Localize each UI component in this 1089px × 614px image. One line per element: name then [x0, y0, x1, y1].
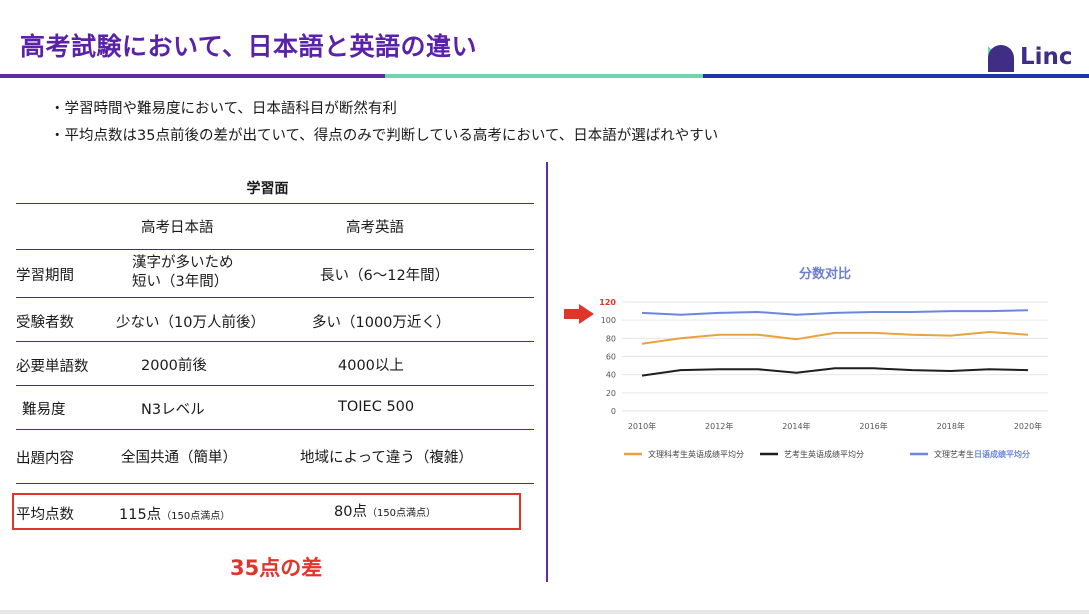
y-tick-label: 40 — [606, 371, 616, 380]
y-tick-label: 60 — [606, 353, 616, 362]
table-divider — [16, 297, 534, 298]
linc-logo-icon — [988, 45, 1014, 72]
row-label: 必要単語数 — [16, 359, 89, 375]
row-en-value: 長い（6〜12年間） — [320, 268, 450, 284]
row-en-value: TOIEC 500 — [338, 399, 415, 415]
slide-title: 高考試験において、日本語と英語の違い — [20, 32, 478, 61]
row-jp-value: 漢字が多いため 短い（3年間） — [132, 254, 234, 292]
logo-text: Linc — [1020, 44, 1073, 70]
table-divider — [16, 385, 534, 386]
row-jp-line: 短い（3年間） — [132, 274, 229, 290]
score-highlight-box — [12, 493, 521, 530]
table-divider — [16, 203, 534, 204]
row-label: 学習期間 — [16, 268, 74, 284]
row-jp-line: 漢字が多いため — [132, 255, 234, 271]
y-tick-label: 20 — [606, 389, 616, 398]
brand-logo: Linc — [986, 44, 1086, 74]
legend-label: 文理艺考生日语成绩平均分 — [934, 449, 1030, 459]
table-divider — [16, 483, 534, 484]
slide-bottom-edge — [0, 610, 1089, 614]
table-title: 学習面 — [246, 181, 289, 197]
row-jp-value: 全国共通（簡単） — [121, 450, 237, 466]
vertical-divider — [546, 162, 548, 582]
table-divider — [16, 429, 534, 430]
bullet-item: 学習時間や難易度において、日本語科目が断然有利 — [50, 96, 718, 123]
legend-label: 艺考生英语成绩平均分 — [784, 449, 864, 459]
x-tick-label: 2014年 — [782, 421, 810, 431]
x-tick-label: 2016年 — [859, 421, 887, 431]
row-en-value: 4000以上 — [338, 358, 404, 374]
series-line — [641, 309, 1029, 316]
score-difference-note: 35点の差 — [230, 556, 323, 580]
row-jp-value: N3レベル — [141, 402, 205, 418]
row-label: 受験者数 — [16, 315, 74, 331]
header-band-purple — [0, 74, 385, 78]
line-chart: 0 20 40 60 80 100 120 2010年 2012年 2014年 2016年 2018年… — [599, 298, 1048, 459]
row-label: 難易度 — [22, 402, 66, 418]
table-divider — [16, 249, 534, 250]
table-divider — [16, 341, 534, 342]
y-tick-label: 100 — [601, 316, 616, 325]
row-en-value: 地域によって違う（複雑） — [300, 450, 473, 466]
bullet-item: 平均点数は35点前後の差が出ていて、得点のみで判断している高考において、日本語が… — [50, 123, 719, 150]
x-tick-label: 2010年 — [628, 421, 656, 431]
row-jp-value: 少ない（10万人前後） — [116, 315, 265, 331]
chart-title: 分数对比 — [798, 267, 851, 282]
bullet-list: 学習時間や難易度において、日本語科目が断然有利 平均点数は35点前後の差が出てい… — [50, 96, 719, 150]
header-japanese: 高考日本語 — [141, 220, 214, 236]
legend-label: 文理科考生英语成绩平均分 — [648, 449, 744, 459]
row-en-value: 多い（1000万近く） — [312, 315, 451, 331]
row-jp-value: 2000前後 — [141, 358, 207, 374]
header-band-navy — [703, 74, 1089, 78]
y-tick-label: 80 — [606, 334, 616, 343]
row-label: 出題内容 — [16, 451, 74, 467]
x-tick-label: 2012年 — [705, 421, 733, 431]
y-tick-label: 0 — [611, 407, 616, 416]
y-tick-label: 120 — [599, 298, 616, 307]
header-english: 高考英語 — [346, 220, 404, 236]
x-tick-label: 2020年 — [1014, 421, 1042, 431]
header-band-mint — [385, 74, 703, 78]
x-tick-label: 2018年 — [937, 421, 965, 431]
